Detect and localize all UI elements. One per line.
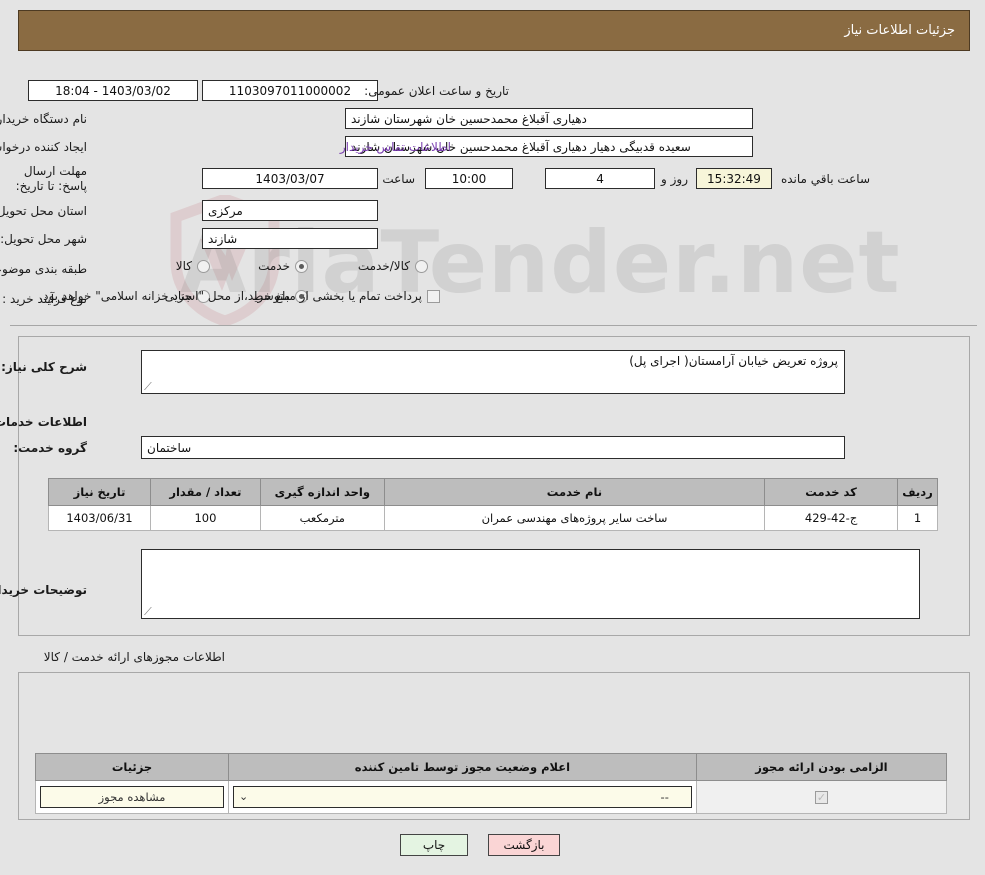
category-radio-kala[interactable]: کالا (176, 259, 210, 273)
col-quantity: تعداد / مقدار (150, 478, 261, 506)
col-details: جزئیات (34, 753, 230, 781)
back-button[interactable]: بازگشت (488, 834, 560, 856)
licenses-section-title: اطلاعات مجوزهای ارائه خدمت / کالا (43, 650, 225, 664)
table-header-row: ردیف کد خدمت نام خدمت واحد اندازه گیری ت… (48, 478, 938, 506)
checkbox-indicator[interactable] (427, 289, 440, 303)
radio-indicator[interactable] (415, 259, 428, 273)
view-license-button[interactable]: مشاهده مجوز (40, 786, 225, 808)
col-name: نام خدمت (383, 478, 766, 506)
remaining-time-countdown: 15:32:49 (696, 168, 772, 189)
buyer-org-label: نام دستگاه خریدار: (0, 112, 87, 126)
deadline-label: مهلت ارسال پاسخ: تا تاریخ: (15, 164, 87, 193)
table-row: ⌄ -- مشاهده مجوز (34, 780, 948, 814)
cell-status-select[interactable]: ⌄ -- (228, 780, 697, 814)
buyer-notes-textarea[interactable]: ⟋ (141, 549, 920, 619)
treasury-bond-label: پرداخت تمام یا بخشی از مبلغ خرید،از محل … (39, 289, 422, 303)
cell-detail-button[interactable]: مشاهده مجوز (34, 780, 230, 814)
license-status-dropdown[interactable]: ⌄ -- (233, 786, 692, 808)
table-row: 1 ج-42-429 ساخت سایر پروژه‌های مهندسی عم… (48, 505, 938, 531)
col-status: اعلام وضعیت مجوز توسط تامین کننده (228, 753, 697, 781)
category-option-label: کالا (175, 259, 192, 273)
general-description-value: پروژه تعریض خیابان آرامستان( اجرای پل) ⟋ (141, 350, 845, 394)
category-label: طبقه بندی موضوعی: (0, 262, 87, 276)
general-description-text: پروژه تعریض خیابان آرامستان( اجرای پل) (629, 354, 838, 368)
cell-date: 1403/06/31 (48, 505, 151, 531)
service-group-value: ساختمان (141, 436, 845, 459)
remaining-days-value: 4 (545, 168, 655, 189)
radio-indicator[interactable] (197, 259, 210, 273)
need-number-value: 1103097011000002 (202, 80, 378, 101)
request-creator-label: ایجاد کننده درخواست: (0, 140, 87, 154)
print-button[interactable]: چاپ (400, 834, 468, 856)
buyer-contact-link[interactable]: اطلاعات تماس خریدار (340, 140, 451, 154)
cell-unit: مترمکعب (259, 505, 385, 531)
cell-quantity: 100 (150, 505, 261, 531)
license-status-value: -- (660, 790, 669, 804)
delivery-city-label: شهر محل تحویل: (0, 232, 87, 246)
need-info-panel (10, 62, 977, 326)
col-row: ردیف (897, 478, 938, 506)
resize-grip-icon[interactable]: ⟋ (144, 605, 156, 618)
required-checkbox-icon (814, 791, 828, 804)
category-option-label: خدمت (258, 259, 290, 273)
deadline-hour-label: ساعت (382, 172, 415, 186)
page-title: جزئیات اطلاعات نیاز (844, 23, 955, 38)
table-header-row: الزامی بودن ارائه مجوز اعلام وضعیت مجوز … (34, 753, 948, 781)
chevron-down-icon: ⌄ (239, 790, 249, 803)
general-description-label: شرح کلی نیاز: (1, 360, 87, 374)
buyer-org-value: دهیاری آقبلاغ محمدحسین خان شهرستان شازند (345, 108, 753, 129)
service-items-table: ردیف کد خدمت نام خدمت واحد اندازه گیری ت… (48, 478, 938, 531)
delivery-city-value: شازند (202, 228, 378, 249)
page-root: AriaTender.net جزئیات اطلاعات نیاز شماره… (0, 0, 985, 875)
col-required: الزامی بودن ارائه مجوز (695, 753, 948, 781)
remaining-days-label: روز و (661, 172, 688, 186)
resize-grip-icon[interactable]: ⟋ (144, 380, 156, 393)
treasury-bond-checkbox[interactable]: پرداخت تمام یا بخشی از مبلغ خرید،از محل … (39, 289, 440, 303)
cell-row: 1 (897, 505, 938, 531)
category-option-label: کالا/خدمت (357, 259, 410, 273)
radio-indicator[interactable] (295, 259, 308, 273)
announce-datetime-value: 1403/03/02 - 18:04 (28, 80, 198, 101)
deadline-hour-value: 10:00 (425, 168, 513, 189)
remaining-time-suffix: ساعت باقي مانده (780, 172, 870, 186)
cell-required-checkbox (695, 780, 948, 814)
category-radio-khedmat[interactable]: خدمت (258, 259, 308, 273)
cell-code: ج-42-429 (764, 505, 899, 531)
services-info-title: اطلاعات خدمات مورد نیاز (0, 415, 87, 429)
service-group-label: گروه خدمت: (13, 441, 87, 455)
announce-datetime-label: تاریخ و ساعت اعلان عمومی: (364, 84, 509, 98)
buyer-notes-label: توضیحات خریدار: (0, 583, 87, 597)
delivery-province-value: مرکزی (202, 200, 378, 221)
category-radio-kala-khedmat[interactable]: کالا/خدمت (358, 259, 428, 273)
page-header: جزئیات اطلاعات نیاز (18, 10, 970, 51)
col-unit: واحد اندازه گیری (259, 478, 385, 506)
col-date: تاریخ نیاز (48, 478, 151, 506)
deadline-date-value: 1403/03/07 (202, 168, 378, 189)
cell-name: ساخت سایر پروژه‌های مهندسی عمران (383, 505, 766, 531)
licenses-table: الزامی بودن ارائه مجوز اعلام وضعیت مجوز … (34, 753, 948, 814)
col-code: کد خدمت (764, 478, 899, 506)
delivery-province-label: استان محل تحویل: (0, 204, 87, 218)
